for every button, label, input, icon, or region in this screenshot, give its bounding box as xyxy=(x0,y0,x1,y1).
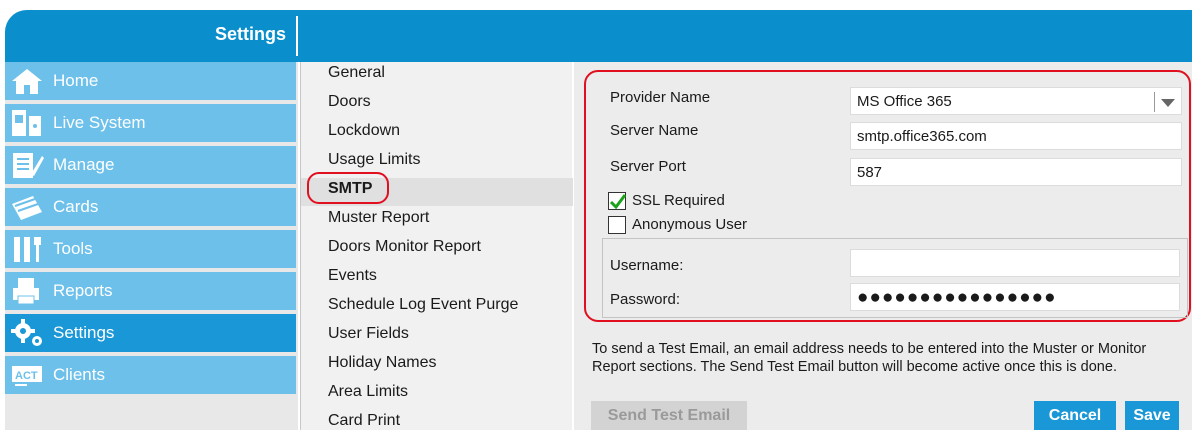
sidebar-item-home[interactable]: Home xyxy=(5,62,296,100)
save-button[interactable]: Save xyxy=(1125,401,1179,430)
sidebar-item-clients[interactable]: ACT Clients xyxy=(5,356,296,394)
ssl-required-label: SSL Required xyxy=(632,192,725,209)
username-label: Username: xyxy=(610,257,684,274)
anonymous-user-checkbox[interactable] xyxy=(608,216,626,234)
menu-item-card-print[interactable]: Card Print xyxy=(328,412,400,430)
settings-gear-icon xyxy=(11,319,42,346)
manage-icon xyxy=(13,153,44,178)
menu-item-events[interactable]: Events xyxy=(328,267,377,285)
anonymous-user-label: Anonymous User xyxy=(632,216,748,233)
menu-item-schedule-log-event-purge[interactable]: Schedule Log Event Purge xyxy=(328,296,518,314)
sidebar-item-tools[interactable]: Tools xyxy=(5,230,296,268)
sidebar-item-label: Home xyxy=(53,71,99,90)
provider-name-select[interactable]: MS Office 365 xyxy=(850,87,1182,115)
sidebar-item-label: Reports xyxy=(53,281,113,300)
server-port-label: Server Port xyxy=(610,158,686,175)
password-input[interactable]: ●●●●●●●●●●●●●●●● xyxy=(850,283,1180,311)
sidebar-item-label: Clients xyxy=(53,365,105,384)
clients-icon: ACT xyxy=(12,366,42,386)
ssl-required-checkbox[interactable] xyxy=(608,192,627,210)
tools-icon xyxy=(14,237,41,262)
checkmark-icon xyxy=(609,194,627,210)
sidebar-item-label: Manage xyxy=(53,155,115,174)
password-label: Password: xyxy=(610,291,681,308)
sidebar-item-reports[interactable]: Reports xyxy=(5,272,296,310)
menu-item-area-limits[interactable]: Area Limits xyxy=(328,383,408,401)
server-name-label: Server Name xyxy=(610,122,699,139)
smtp-form-highlight: Provider Name MS Office 365 Server Name … xyxy=(584,70,1191,322)
sidebar-item-settings[interactable]: Settings xyxy=(5,314,296,352)
page-title: Settings xyxy=(214,24,286,44)
cards-icon xyxy=(12,196,42,220)
send-test-email-button[interactable]: Send Test Email xyxy=(591,401,747,430)
sidebar: Home Live System Manage Cards Tools Repo… xyxy=(5,62,298,430)
settings-menu: General Doors Lockdown Usage Limits SMTP… xyxy=(300,62,573,430)
chevron-down-icon[interactable] xyxy=(1161,99,1175,107)
select-separator xyxy=(1154,92,1155,112)
sidebar-item-manage[interactable]: Manage xyxy=(5,146,296,184)
provider-name-label: Provider Name xyxy=(610,89,711,106)
menu-item-usage-limits[interactable]: Usage Limits xyxy=(328,151,420,169)
sidebar-item-label: Cards xyxy=(53,197,99,216)
sidebar-item-label: Tools xyxy=(53,239,93,258)
sidebar-item-label: Settings xyxy=(53,323,115,342)
username-input[interactable] xyxy=(850,249,1180,277)
smtp-settings-panel: Provider Name MS Office 365 Server Name … xyxy=(574,62,1192,430)
test-email-info-text: To send a Test Email, an email address n… xyxy=(592,341,1147,375)
sidebar-item-cards[interactable]: Cards xyxy=(5,188,296,226)
cancel-button[interactable]: Cancel xyxy=(1034,401,1116,430)
sidebar-item-live-system[interactable]: Live System xyxy=(5,104,296,142)
header-bar: Settings xyxy=(5,10,1192,62)
live-system-icon xyxy=(12,110,41,136)
svg-text:ACT: ACT xyxy=(15,370,38,382)
smtp-highlight-ring xyxy=(307,172,389,204)
menu-item-lockdown[interactable]: Lockdown xyxy=(328,122,400,140)
menu-item-user-fields[interactable]: User Fields xyxy=(328,325,409,343)
provider-name-value: MS Office 365 xyxy=(857,93,952,110)
server-name-input[interactable]: smtp.office365.com xyxy=(850,122,1182,150)
menu-item-holiday-names[interactable]: Holiday Names xyxy=(328,354,436,372)
menu-item-doors[interactable]: Doors xyxy=(328,93,371,111)
home-icon xyxy=(12,69,42,94)
menu-item-general[interactable]: General xyxy=(328,64,385,82)
server-port-input[interactable]: 587 xyxy=(850,158,1182,186)
header-divider xyxy=(296,16,298,56)
menu-item-doors-monitor-report[interactable]: Doors Monitor Report xyxy=(328,238,481,256)
menu-item-muster-report[interactable]: Muster Report xyxy=(328,209,429,227)
app-window: Settings Home Live System Manage Cards T… xyxy=(0,0,1192,430)
sidebar-item-label: Live System xyxy=(53,113,146,132)
reports-icon xyxy=(13,278,39,305)
